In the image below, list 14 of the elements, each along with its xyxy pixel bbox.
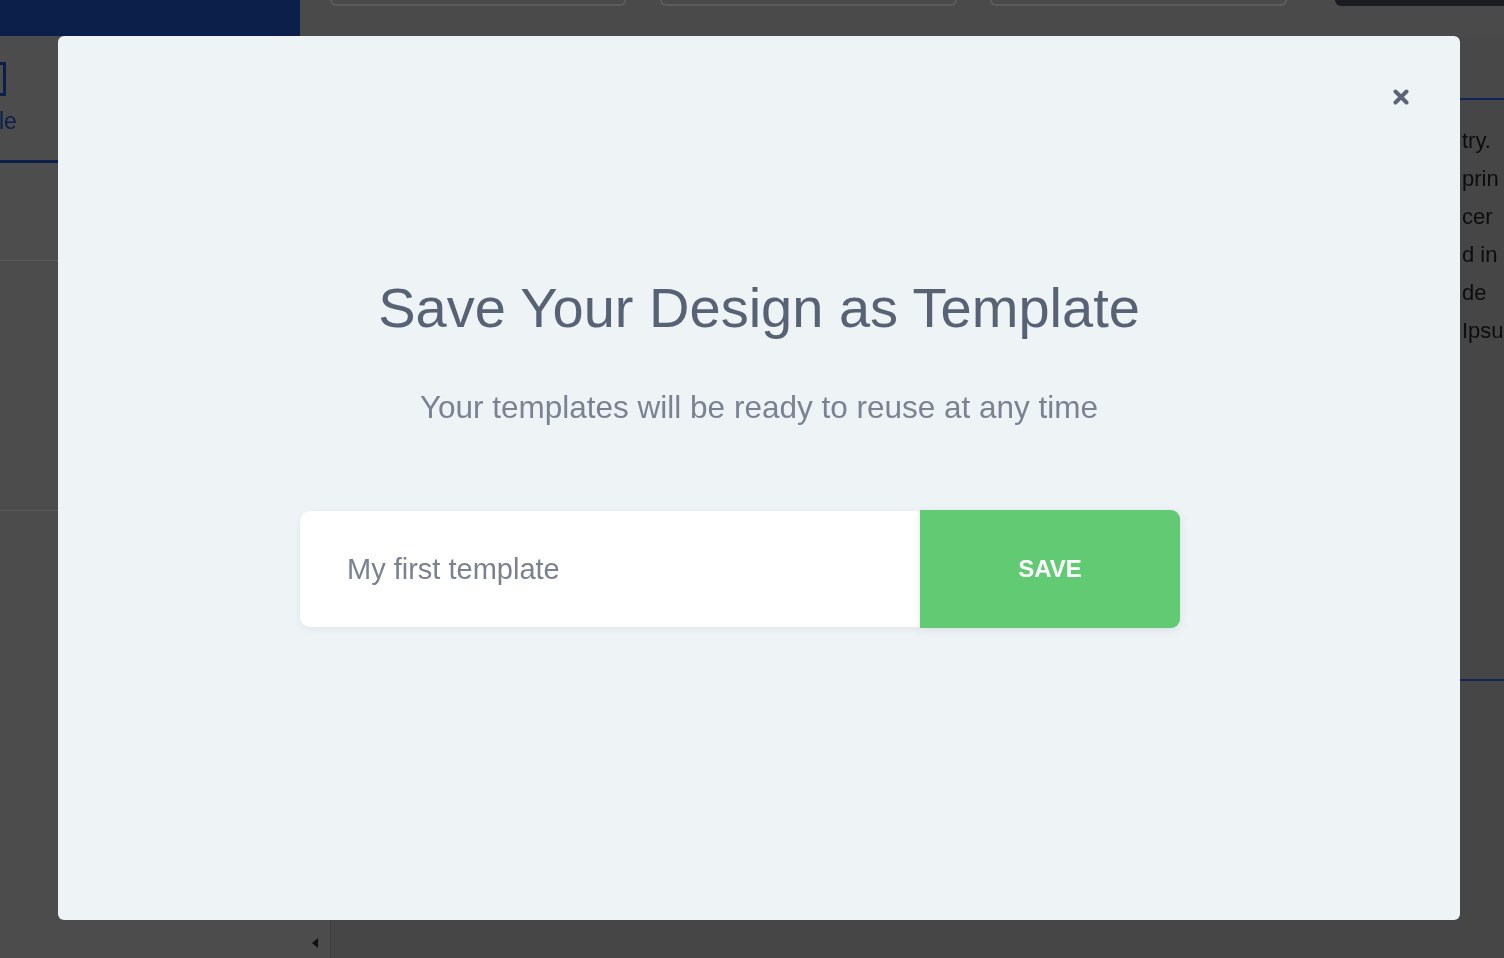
save-button[interactable]: SAVE xyxy=(920,510,1180,628)
paragraph-line: d in xyxy=(1461,241,1499,269)
paragraph-line: Ipsu xyxy=(1461,317,1504,345)
dialog-title: Save Your Design as Template xyxy=(378,275,1140,341)
close-button[interactable] xyxy=(1393,89,1409,105)
paragraph-line: cer xyxy=(1461,203,1494,231)
paragraph-line: prin xyxy=(1461,165,1500,193)
dialog-subtitle: Your templates will be ready to reuse at any time xyxy=(419,388,1099,426)
template-name-field[interactable]: My first template xyxy=(300,511,920,627)
bracket-icon xyxy=(0,62,6,96)
paragraph-line: try. xyxy=(1461,127,1492,155)
caret-icon[interactable] xyxy=(312,938,318,948)
paragraph-line: de xyxy=(1461,279,1488,307)
close-icon xyxy=(1393,89,1409,105)
